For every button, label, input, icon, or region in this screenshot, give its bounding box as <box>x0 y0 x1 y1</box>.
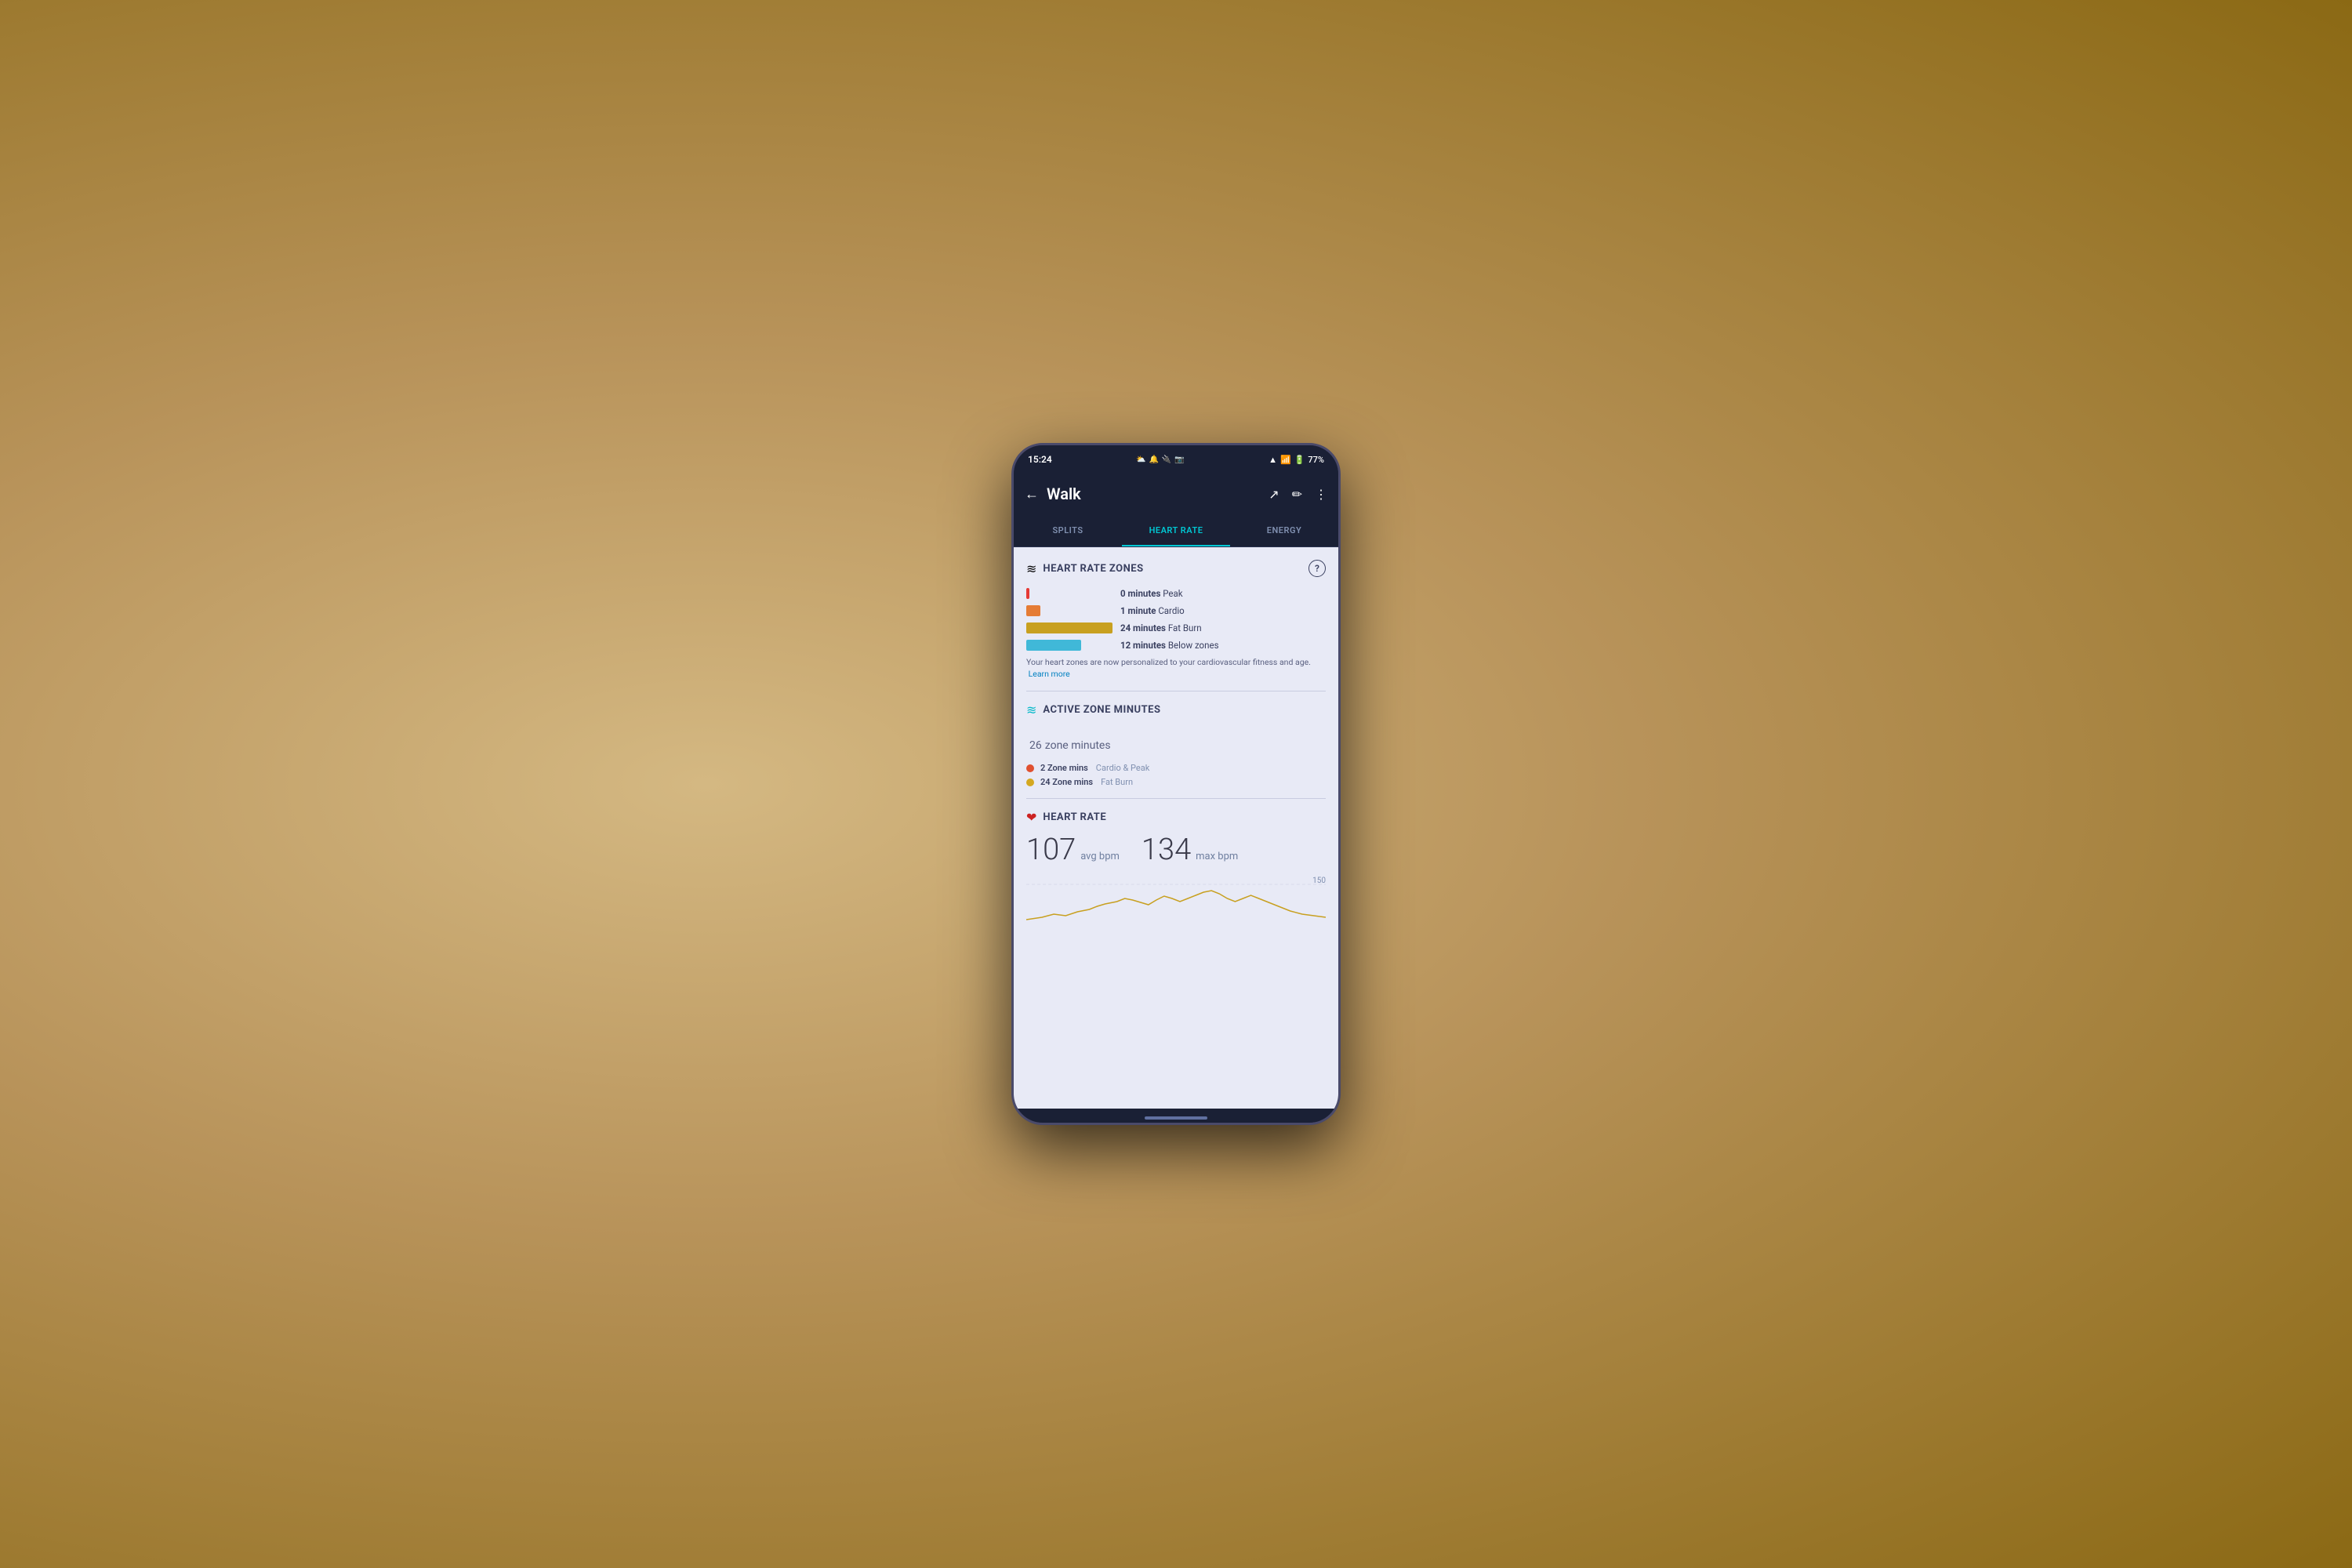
zone-row-fatburn: 24 minutes Fat Burn <box>1026 622 1326 633</box>
wifi-icon: ▲ <box>1269 455 1277 465</box>
zone-bar-cardio-container <box>1026 605 1112 616</box>
zone-mins-fatburn: 24 Zone mins Fat Burn <box>1026 777 1326 787</box>
tab-heart-rate[interactable]: HEART RATE <box>1122 514 1230 546</box>
zone-row-cardio: 1 minute Cardio <box>1026 605 1326 616</box>
section-title-row: ≋ HEART RATE ZONES <box>1026 561 1144 576</box>
edit-button[interactable]: ✏ <box>1292 487 1302 502</box>
hr-title: HEART RATE <box>1043 811 1106 823</box>
azm-title: ACTIVE ZONE MINUTES <box>1043 704 1160 716</box>
hr-title-row: ❤ HEART RATE <box>1026 810 1326 825</box>
zone-row-below: 12 minutes Below zones <box>1026 640 1326 651</box>
zone-bar-peak <box>1026 588 1029 599</box>
cardio-peak-value: 2 Zone mins <box>1040 763 1088 773</box>
status-time: 15:24 <box>1028 454 1052 465</box>
azm-icon: ≋ <box>1026 702 1036 717</box>
divider-2 <box>1026 798 1326 799</box>
zone-label-peak: 0 minutes Peak <box>1120 588 1183 599</box>
phone-in-hand: 15:24 ⛅ 🔔 🔌 📷 ▲ 📶 🔋 77% ← Walk <box>1011 443 1341 1125</box>
bpm-row: 107 avg bpm 134 max bpm <box>1026 833 1326 867</box>
max-bpm-label: max bpm <box>1196 851 1238 862</box>
zone-label-fatburn: 24 minutes Fat Burn <box>1120 622 1202 633</box>
status-bar: 15:24 ⛅ 🔔 🔌 📷 ▲ 📶 🔋 77% <box>1014 445 1338 474</box>
azm-title-row: ≋ ACTIVE ZONE MINUTES <box>1026 702 1326 717</box>
fatburn-label: Fat Burn <box>1101 777 1133 787</box>
zones-title: HEART RATE ZONES <box>1043 563 1143 575</box>
phone-screen: 15:24 ⛅ 🔔 🔌 📷 ▲ 📶 🔋 77% ← Walk <box>1011 443 1341 1125</box>
page-title: Walk <box>1047 485 1261 503</box>
help-button[interactable]: ? <box>1308 560 1326 577</box>
fatburn-dot <box>1026 779 1034 786</box>
zones-note: Your heart zones are now personalized to… <box>1026 657 1326 680</box>
battery-icon: 🔋 <box>1294 455 1305 465</box>
active-zone-minutes-section: ≋ ACTIVE ZONE MINUTES 26zone minutes 2 Z… <box>1026 702 1326 787</box>
more-options-button[interactable]: ⋮ <box>1315 487 1327 502</box>
phone-device: 15:24 ⛅ 🔔 🔌 📷 ▲ 📶 🔋 77% ← Walk <box>1011 443 1341 1125</box>
zone-row-peak: 0 minutes Peak <box>1026 588 1326 599</box>
heart-rate-section: ❤ HEART RATE 107 avg bpm 134 max bpm <box>1026 810 1326 931</box>
header-actions: ↗ ✏ ⋮ <box>1269 487 1327 502</box>
tab-energy[interactable]: ENERGY <box>1230 514 1338 546</box>
zones-icon: ≋ <box>1026 561 1036 576</box>
app-header: ← Walk ↗ ✏ ⋮ <box>1014 474 1338 514</box>
zone-label-below: 12 minutes Below zones <box>1120 640 1219 651</box>
back-button[interactable]: ← <box>1025 486 1039 503</box>
avg-bpm-group: 107 avg bpm <box>1026 833 1120 867</box>
instagram-icon: 📷 <box>1174 456 1184 464</box>
zone-bar-peak-container <box>1026 588 1112 599</box>
heart-rate-chart-svg <box>1026 877 1326 924</box>
status-icons: ⛅ 🔔 🔌 📷 <box>1136 456 1185 464</box>
fatburn-value: 24 Zone mins <box>1040 777 1093 787</box>
zone-bar-below-container <box>1026 640 1112 651</box>
battery-level: 77% <box>1308 455 1324 465</box>
avg-bpm-value: 107 <box>1026 833 1076 867</box>
bottom-bar <box>1014 1109 1338 1125</box>
zone-label-cardio: 1 minute Cardio <box>1120 605 1185 616</box>
tab-splits[interactable]: SPLITS <box>1014 514 1122 546</box>
max-bpm-group: 134 max bpm <box>1142 833 1238 867</box>
main-content: ≋ HEART RATE ZONES ? 0 minutes Peak <box>1014 547 1338 1109</box>
heart-rate-zones-header: ≋ HEART RATE ZONES ? <box>1026 560 1326 577</box>
zone-bar-cardio <box>1026 605 1040 616</box>
notification-icon: 🔔 <box>1149 456 1158 464</box>
learn-more-link[interactable]: Learn more <box>1029 669 1070 679</box>
share-button[interactable]: ↗ <box>1269 487 1279 502</box>
chart-marker-150: 150 <box>1312 877 1326 885</box>
signal-icon: 📶 <box>1280 455 1291 465</box>
max-bpm-value: 134 <box>1142 833 1191 867</box>
tabs-bar: SPLITS HEART RATE ENERGY <box>1014 514 1338 547</box>
zone-bar-fatburn <box>1026 622 1112 633</box>
zone-mins-cardio-peak: 2 Zone mins Cardio & Peak <box>1026 763 1326 773</box>
status-right: ▲ 📶 🔋 77% <box>1269 455 1324 465</box>
zone-bar-fatburn-container <box>1026 622 1112 633</box>
cardio-peak-dot <box>1026 764 1034 772</box>
heart-rate-chart: 150 <box>1026 877 1326 931</box>
cardio-peak-label: Cardio & Peak <box>1096 763 1149 773</box>
zone-bar-below <box>1026 640 1081 651</box>
home-indicator[interactable] <box>1145 1116 1207 1120</box>
weather-icon: ⛅ <box>1136 456 1145 464</box>
heart-icon: ❤ <box>1026 810 1036 825</box>
avg-bpm-label: avg bpm <box>1080 851 1120 862</box>
zone-minutes-total: 26zone minutes <box>1026 725 1326 755</box>
usb-icon: 🔌 <box>1162 456 1171 464</box>
